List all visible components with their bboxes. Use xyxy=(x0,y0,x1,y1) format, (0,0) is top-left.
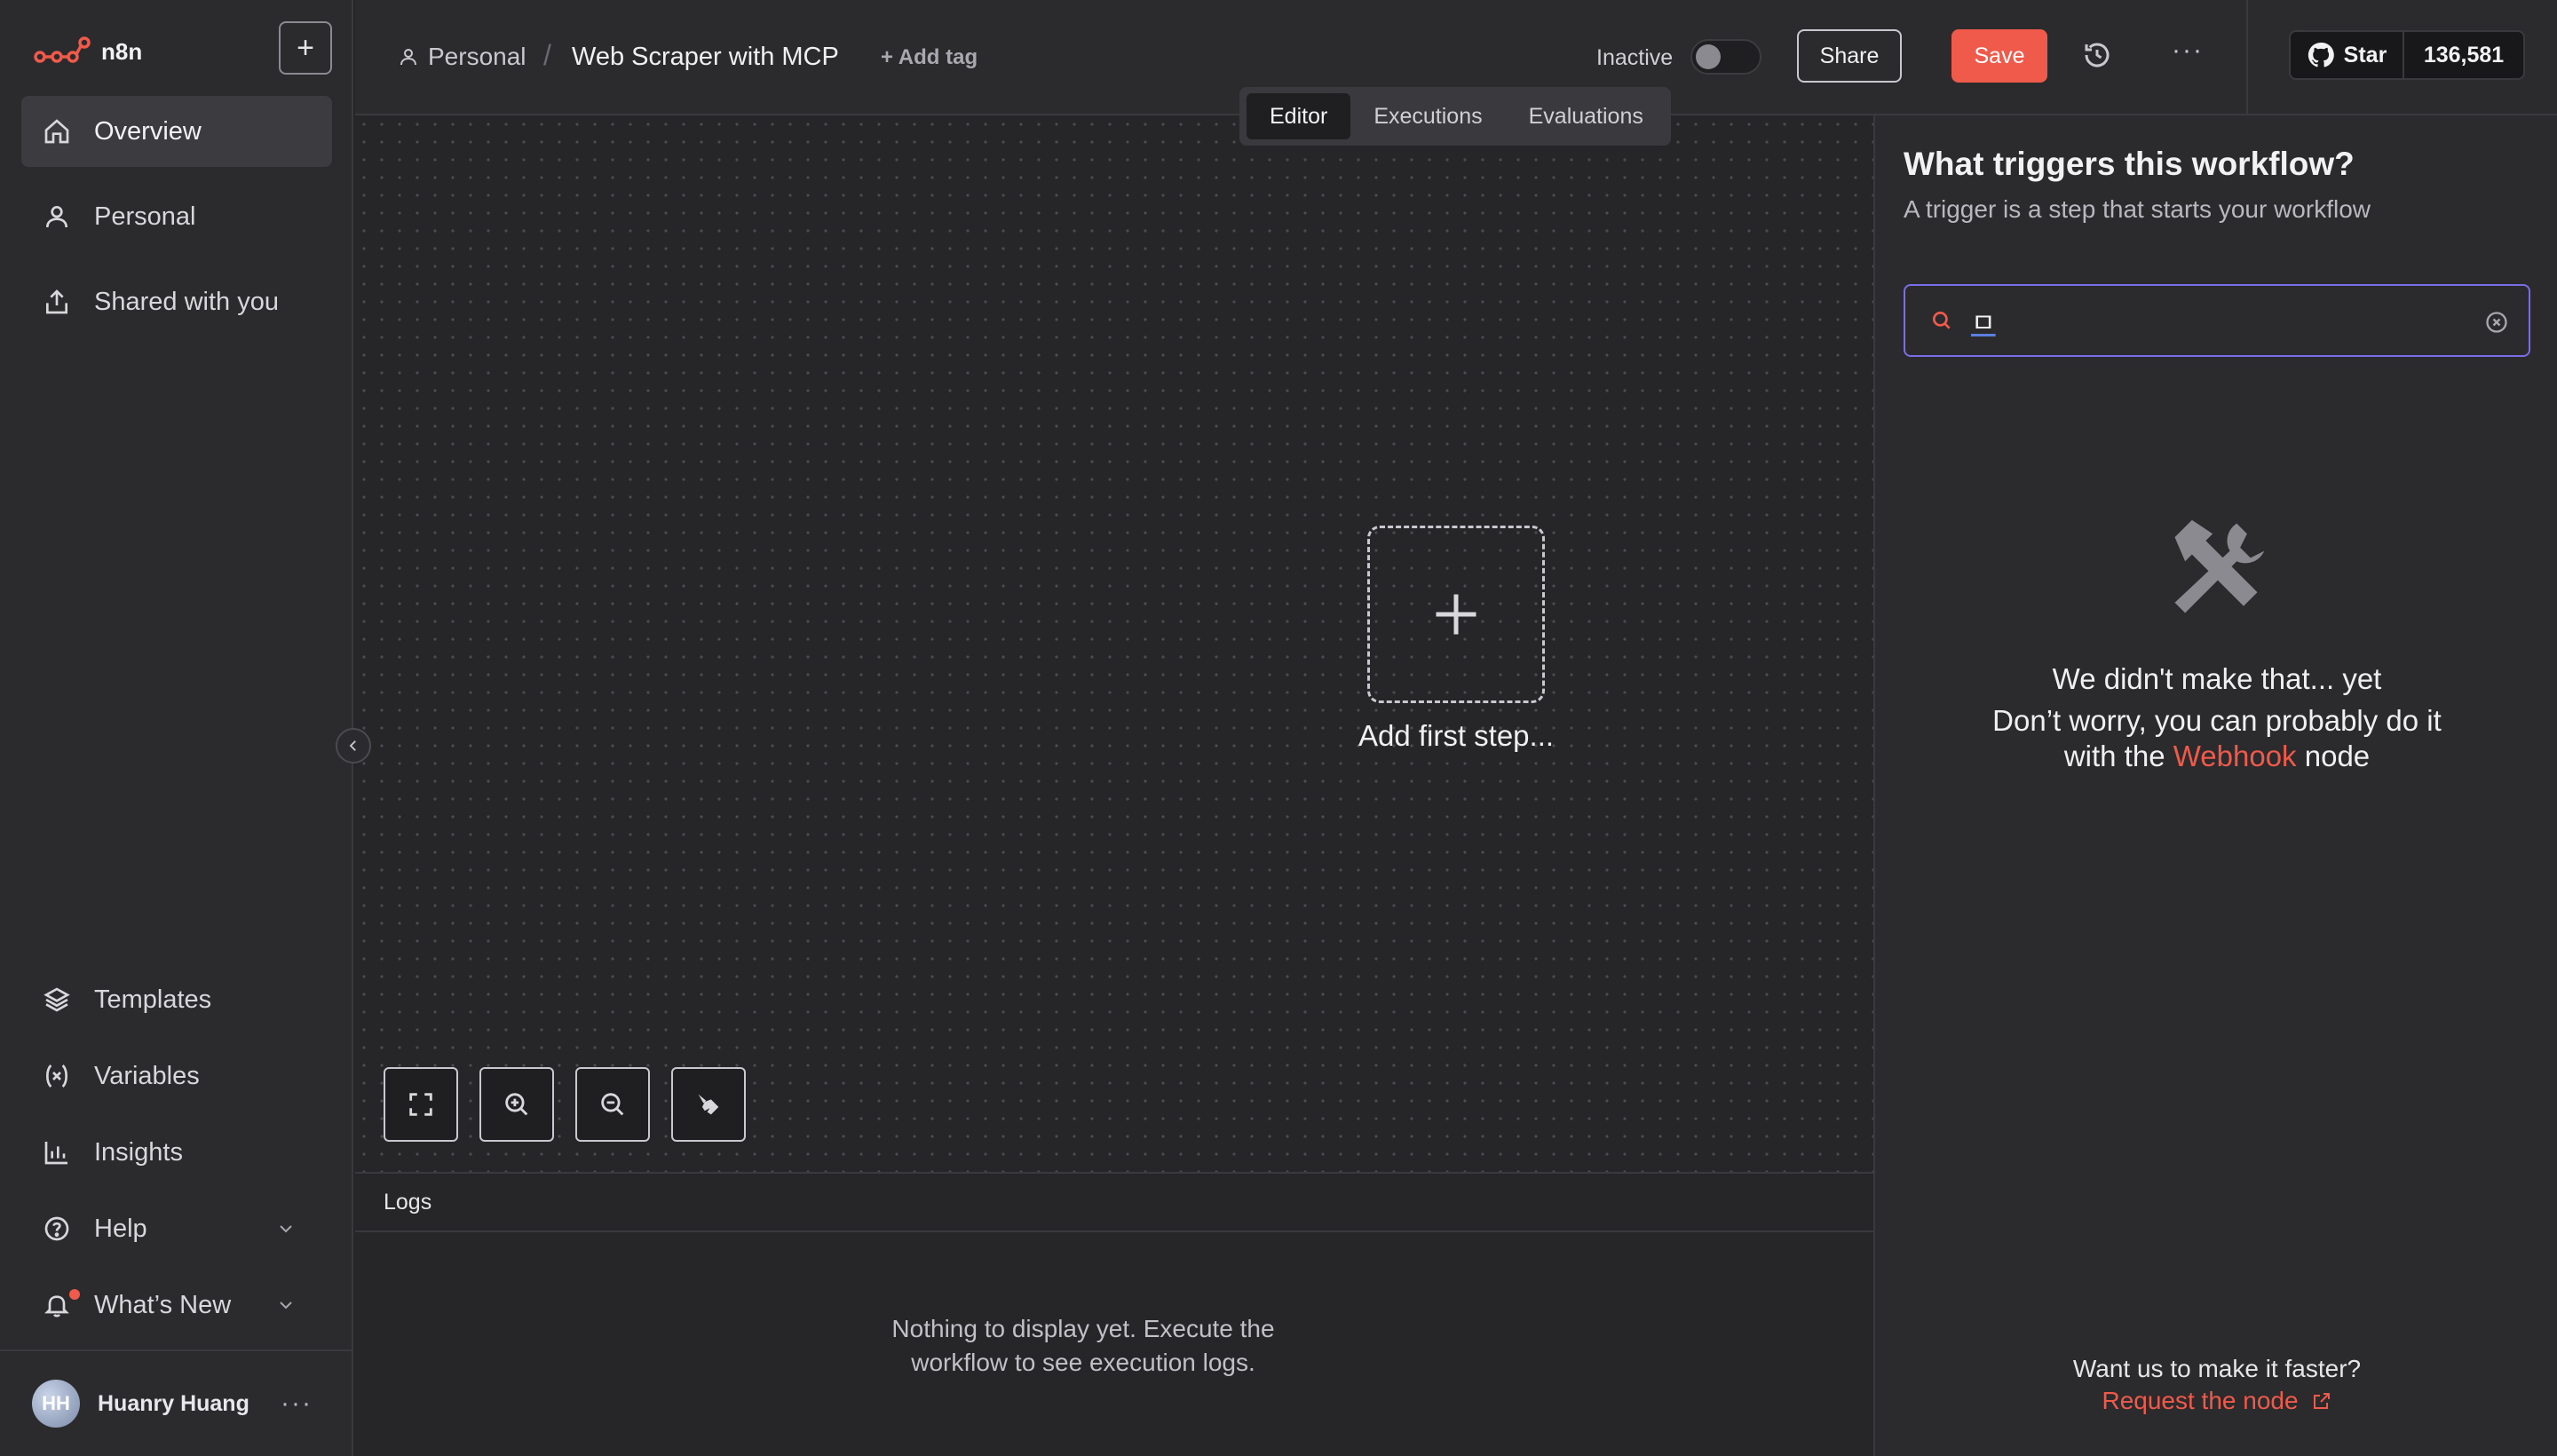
chart-icon xyxy=(44,1142,67,1165)
request-prompt: Want us to make it faster? xyxy=(2072,1355,2362,1382)
sidebar-item-help[interactable]: Help xyxy=(21,1193,332,1264)
search-icon xyxy=(1932,311,1951,329)
user-more-button[interactable]: ··· xyxy=(281,1389,313,1419)
zoom-out-icon xyxy=(601,1093,624,1116)
request-node-label: Request the node xyxy=(2102,1387,2299,1414)
add-tag-button[interactable]: + Add tag xyxy=(881,45,978,70)
sidebar-item-insights[interactable]: Insights xyxy=(21,1117,332,1188)
sidebar-item-label: Insights xyxy=(94,1137,183,1167)
chevron-down-icon xyxy=(280,1225,292,1233)
logs-empty-message: Nothing to display yet. Execute the work… xyxy=(781,1312,1385,1380)
history-icon[interactable] xyxy=(2081,39,2113,71)
tab-evaluations[interactable]: Evaluations xyxy=(1506,93,1666,139)
workflow-canvas[interactable]: Add first step... xyxy=(355,115,1873,1172)
zoom-in-button[interactable] xyxy=(479,1067,554,1142)
sidebar-item-label: What’s New xyxy=(94,1290,232,1319)
zoom-in-icon xyxy=(505,1093,528,1116)
plus-icon xyxy=(1436,594,1476,635)
github-star-count[interactable]: 136,581 xyxy=(2403,30,2525,80)
help-icon xyxy=(44,1216,69,1241)
chevron-left-icon xyxy=(349,740,356,751)
sidebar: n8n + Overview Personal Shared with you … xyxy=(0,0,353,1456)
create-new-button[interactable]: + xyxy=(279,21,332,75)
webhook-link[interactable]: Webhook xyxy=(2173,740,2297,772)
fit-view-icon xyxy=(409,1093,432,1116)
notification-dot xyxy=(69,1289,80,1300)
logs-empty-line: Nothing to display yet. Execute the xyxy=(891,1315,1275,1342)
tab-editor[interactable]: Editor xyxy=(1247,93,1351,139)
github-stars: Star 136,581 xyxy=(2246,0,2557,115)
add-first-step-label: Add first step... xyxy=(1358,719,1555,752)
templates-icon xyxy=(44,987,70,1012)
breadcrumb-project-label: Personal xyxy=(428,43,526,70)
active-status-label: Inactive xyxy=(1596,45,1674,70)
no-results-line: Don’t worry, you can probably do it xyxy=(1992,704,2442,737)
canvas-controls xyxy=(384,1067,746,1142)
user-icon xyxy=(400,49,416,66)
sidebar-item-templates[interactable]: Templates xyxy=(21,964,332,1035)
no-results-text: with the xyxy=(2063,740,2165,772)
logo[interactable]: n8n xyxy=(34,34,142,69)
sidebar-item-label: Shared with you xyxy=(94,287,279,316)
sidebar-item-label: Variables xyxy=(94,1061,200,1090)
view-tabs: Editor Executions Evaluations xyxy=(1239,87,1671,146)
logs-panel: Logs Nothing to display yet. Execute the… xyxy=(355,1172,1873,1456)
n8n-app: n8n + Overview Personal Shared with you … xyxy=(0,0,2557,1456)
breadcrumb-separator: / xyxy=(543,39,551,71)
sidebar-item-overview[interactable]: Overview xyxy=(21,96,332,167)
active-toggle[interactable] xyxy=(1690,39,1761,75)
panel-subtitle: A trigger is a step that starts your wor… xyxy=(1904,195,2371,223)
github-icon xyxy=(2308,42,2334,67)
save-button[interactable]: Save xyxy=(1951,29,2047,83)
sidebar-item-variables[interactable]: Variables xyxy=(21,1041,332,1112)
tab-executions[interactable]: Executions xyxy=(1350,93,1505,139)
zoom-out-button[interactable] xyxy=(575,1067,650,1142)
logs-title: Logs xyxy=(384,1189,432,1215)
workflow-title[interactable]: Web Scraper with MCP xyxy=(572,43,839,72)
bell-icon xyxy=(44,1295,69,1318)
external-link-icon xyxy=(2313,1393,2330,1409)
collapse-sidebar-button[interactable] xyxy=(336,728,371,764)
tools-icon xyxy=(2174,519,2265,613)
chevron-down-icon xyxy=(280,1302,292,1310)
add-first-step-button[interactable] xyxy=(1367,526,1545,703)
trigger-node-creator: What triggers this workflow? A trigger i… xyxy=(1873,115,2557,1456)
no-results-message: Don’t worry, you can probably do it with… xyxy=(1964,703,2470,774)
sidebar-item-whats-new[interactable]: What’s New xyxy=(21,1270,332,1341)
n8n-logo-icon xyxy=(34,36,91,63)
sidebar-item-personal[interactable]: Personal xyxy=(21,181,332,252)
more-options-button[interactable]: ··· xyxy=(2172,36,2204,66)
search-input[interactable] xyxy=(1971,298,2468,343)
clear-search-icon[interactable] xyxy=(2484,310,2509,335)
user-icon xyxy=(46,206,67,228)
plus-icon: + xyxy=(297,30,314,65)
sidebar-item-label: Overview xyxy=(94,116,202,146)
no-results-line: with the Webhook node xyxy=(1964,739,2470,774)
no-results-text: node xyxy=(2304,740,2371,772)
avatar: HH xyxy=(32,1380,80,1428)
github-star-label: Star xyxy=(2343,42,2387,67)
broom-icon xyxy=(698,1094,719,1115)
no-results-title: We didn't make that... yet xyxy=(2052,662,2382,695)
share-button[interactable]: Share xyxy=(1797,29,1902,83)
sidebar-item-label: Help xyxy=(94,1214,147,1243)
request-node-link[interactable]: Request the node xyxy=(1875,1387,2557,1415)
fit-view-button[interactable] xyxy=(384,1067,458,1142)
panel-title: What triggers this workflow? xyxy=(1904,146,2355,182)
logs-empty-line: workflow to see execution logs. xyxy=(911,1349,1255,1376)
sidebar-item-shared[interactable]: Shared with you xyxy=(21,266,332,337)
user-name: Huanry Huang xyxy=(98,1390,249,1416)
sidebar-item-label: Templates xyxy=(94,985,212,1014)
home-icon xyxy=(44,119,69,144)
share-icon xyxy=(46,289,67,314)
sidebar-item-label: Personal xyxy=(94,202,196,231)
trigger-search xyxy=(1904,284,2530,357)
user-menu[interactable]: HH Huanry Huang ··· xyxy=(0,1349,353,1456)
breadcrumb-project[interactable]: Personal xyxy=(398,43,526,71)
logo-text: n8n xyxy=(101,37,143,65)
github-star-button[interactable]: Star xyxy=(2289,30,2404,80)
logs-header[interactable]: Logs xyxy=(355,1174,1873,1232)
variables-icon xyxy=(46,1064,67,1088)
tidy-up-button[interactable] xyxy=(671,1067,746,1142)
